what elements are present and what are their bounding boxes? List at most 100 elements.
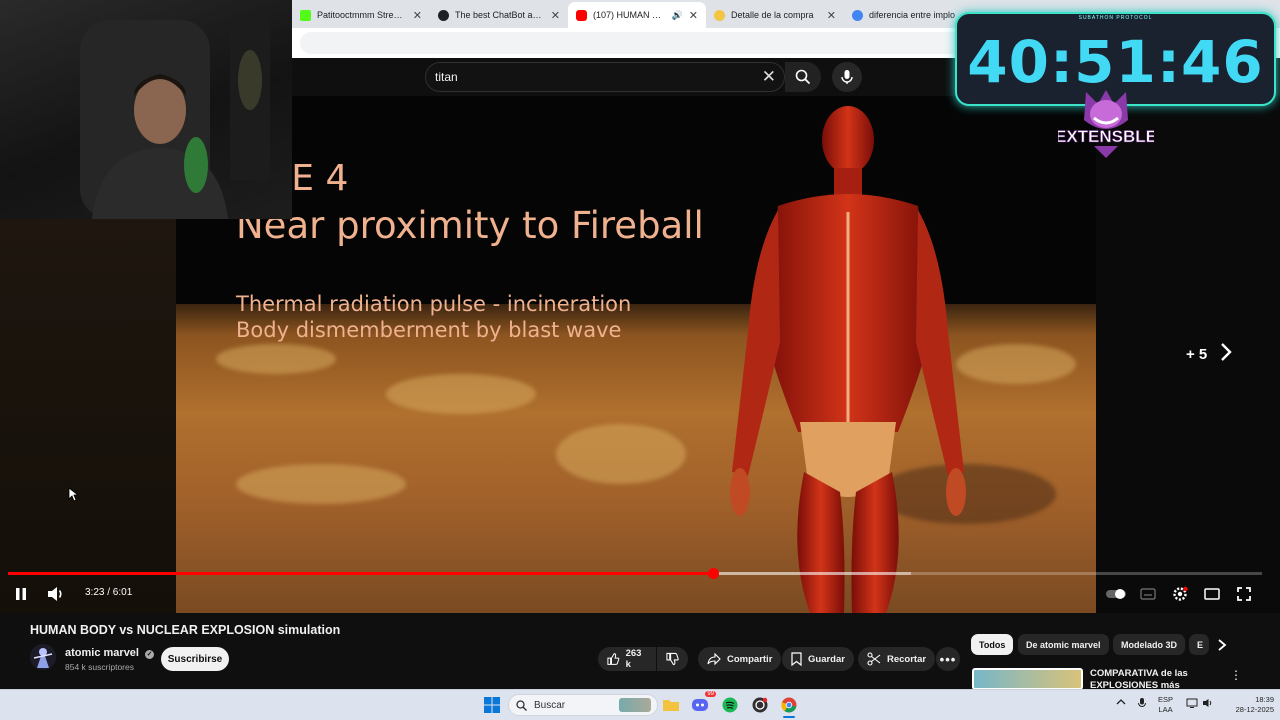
shop-favicon-icon (714, 9, 725, 21)
tab-title: Detalle de la compra (731, 10, 814, 20)
volume-tray-button[interactable] (1202, 698, 1214, 711)
channel-avatar[interactable] (30, 644, 56, 670)
clip-button[interactable]: Recortar (858, 647, 936, 671)
tab-purchase-detail[interactable]: Detalle de la compra ✕ (706, 2, 844, 28)
language-indicator[interactable]: ESP LAA (1158, 695, 1173, 715)
search-input[interactable]: titan ✕ (425, 62, 785, 92)
spotify-icon (722, 697, 738, 713)
taskbar-search[interactable]: Buscar (508, 694, 658, 716)
thumbs-down-icon (666, 652, 679, 666)
windows-logo-icon (484, 697, 500, 713)
chip-from-channel[interactable]: De atomic marvel (1018, 634, 1109, 655)
discord-icon (692, 699, 708, 711)
chip-all[interactable]: Todos (971, 634, 1014, 655)
like-count: 263 k (625, 648, 642, 670)
video-letterbox-left (0, 219, 176, 613)
obs-icon (752, 697, 768, 713)
speaker-icon[interactable]: 🔊 (672, 10, 683, 21)
subscribe-button[interactable]: Suscribirse (161, 647, 229, 671)
subtitles-button[interactable] (1138, 584, 1158, 604)
logo-text: EXTENSBLE (1058, 127, 1154, 146)
chevron-right-icon (1221, 343, 1232, 361)
related-more-button[interactable]: ⋮ (1230, 668, 1242, 682)
discord-badge: 99 (705, 691, 716, 697)
clip-label: Recortar (887, 653, 927, 665)
save-button[interactable]: Guardar (782, 647, 854, 671)
chevron-up-icon (1116, 699, 1126, 705)
chatgpt-favicon-icon (438, 9, 449, 21)
taskbar-search-placeholder: Buscar (534, 699, 566, 711)
spotify-button[interactable] (720, 695, 740, 715)
progress-bar[interactable] (8, 568, 1262, 579)
kick-favicon-icon (300, 9, 311, 21)
file-explorer-button[interactable] (661, 695, 681, 715)
more-videos-count: + 5 (1186, 346, 1208, 363)
google-favicon-icon (852, 9, 863, 21)
more-horizontal-icon: ••• (939, 651, 957, 667)
tab-title: Patitooctmmm Stream - V (317, 10, 407, 20)
video-title: HUMAN BODY vs NUCLEAR EXPLOSION simulati… (30, 623, 341, 637)
discord-button[interactable]: 99 (690, 691, 716, 715)
chrome-icon (781, 697, 797, 713)
chip-partial[interactable]: E (1189, 634, 1209, 655)
language-code: ESP (1158, 695, 1174, 704)
microphone-icon (841, 70, 853, 84)
more-actions-button[interactable]: ••• (936, 647, 960, 671)
mouse-cursor-icon (68, 487, 78, 502)
share-icon (707, 653, 721, 665)
tab-title: (107) HUMAN BODY (593, 10, 666, 20)
clock[interactable]: 18:39 28-12-2025 (1222, 695, 1274, 715)
next-suggestion-button[interactable] (1220, 342, 1232, 367)
settings-button[interactable] (1170, 584, 1190, 604)
share-label: Compartir (727, 653, 773, 665)
chip-3d-modeling[interactable]: Modelado 3D (1113, 634, 1186, 655)
volume-icon (48, 587, 62, 601)
clock-date: 28-12-2025 (1235, 705, 1274, 714)
bookmark-icon (791, 652, 802, 666)
timer-caption: SUBATHON PROTOCOL (1078, 15, 1153, 21)
tab-kick-stream[interactable]: Patitooctmmm Stream - V ✕ (292, 2, 430, 28)
share-button[interactable]: Compartir (698, 647, 782, 671)
search-query: titan (435, 70, 458, 84)
network-button[interactable] (1186, 698, 1198, 711)
scissors-icon (867, 652, 881, 666)
clear-search-icon[interactable]: ✕ (762, 67, 776, 87)
youtube-favicon-icon (576, 9, 587, 21)
start-button[interactable] (482, 695, 502, 715)
dislike-button[interactable] (657, 647, 688, 671)
pause-button[interactable] (12, 584, 30, 604)
tray-overflow-button[interactable] (1116, 698, 1126, 709)
channel-avatar-icon (33, 648, 53, 668)
search-icon (795, 69, 811, 85)
search-highlight-icon (619, 698, 651, 712)
progress-scrubber[interactable] (707, 568, 719, 579)
voice-search-button[interactable] (832, 62, 862, 92)
theater-mode-button[interactable] (1202, 584, 1222, 604)
chips-next-button[interactable] (1217, 638, 1227, 657)
chevron-right-icon (1218, 639, 1227, 651)
screen: Patitooctmmm Stream - V ✕ The best ChatB… (0, 0, 1280, 720)
microphone-tray-button[interactable] (1137, 697, 1147, 712)
chrome-button[interactable] (779, 695, 799, 715)
close-tab-icon[interactable]: ✕ (827, 9, 836, 22)
tab-youtube-human-body[interactable]: (107) HUMAN BODY 🔊 ✕ (568, 2, 706, 28)
theater-mode-icon (1204, 588, 1220, 600)
clock-time: 18:39 (1255, 695, 1274, 704)
tab-chatbot[interactable]: The best ChatBot and Wi ✕ (430, 2, 568, 28)
volume-button[interactable] (46, 584, 66, 604)
close-tab-icon[interactable]: ✕ (689, 9, 698, 22)
active-app-indicator (783, 716, 795, 718)
close-tab-icon[interactable]: ✕ (413, 9, 422, 22)
related-video-thumbnail[interactable] (972, 668, 1083, 690)
like-button[interactable]: 263 k (598, 647, 656, 671)
speaker-icon (1203, 699, 1212, 707)
channel-name-text: atomic marvel (65, 647, 139, 659)
autoplay-toggle[interactable] (1104, 584, 1128, 604)
fullscreen-button[interactable] (1234, 584, 1254, 604)
close-tab-icon[interactable]: ✕ (551, 9, 560, 22)
obs-button[interactable] (750, 695, 770, 715)
keyboard-layout: LAA (1158, 705, 1173, 714)
streamer-camera-image (80, 20, 270, 219)
channel-name[interactable]: atomic marvel ✓ (65, 647, 155, 659)
search-button[interactable] (785, 62, 821, 92)
